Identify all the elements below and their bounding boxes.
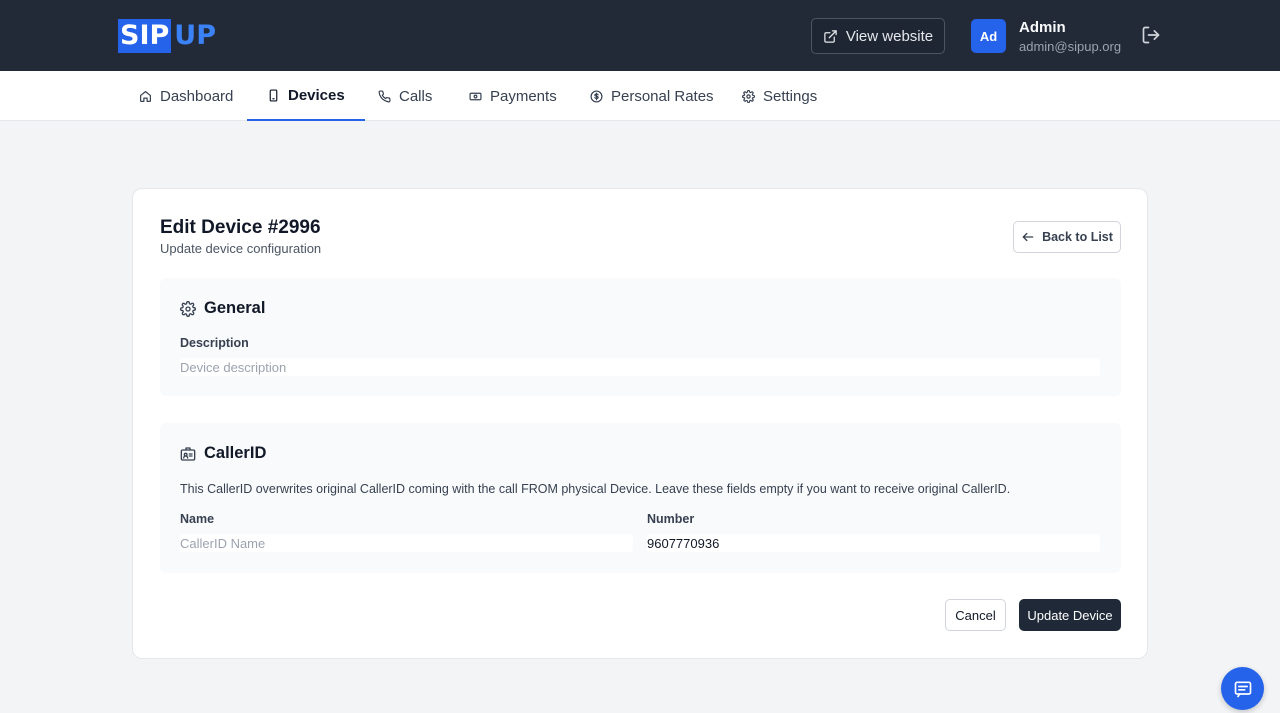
chat-icon (1234, 681, 1251, 697)
nav-item-settings[interactable]: Settings (722, 71, 837, 121)
general-heading-label: General (204, 299, 266, 317)
back-to-list-label: Back to List (1042, 230, 1113, 244)
money-icon (469, 92, 482, 100)
gear-icon (742, 89, 755, 103)
nav-item-calls[interactable]: Calls (358, 71, 452, 121)
main-nav: Dashboard Devices Calls Payments Persona… (0, 71, 1280, 121)
callerid-section: CallerID This CallerID overwrites origin… (160, 423, 1121, 573)
top-bar: SIP UP View website Ad Admin admin@sipup… (0, 0, 1280, 71)
logo-sip-text: SIP (118, 19, 172, 53)
id-badge-icon (180, 446, 196, 461)
phone-icon (378, 89, 391, 102)
nav-label-dashboard: Dashboard (160, 87, 234, 105)
nav-item-devices[interactable]: Devices (247, 71, 365, 121)
cancel-button[interactable]: Cancel (945, 599, 1006, 631)
avatar[interactable]: Ad (971, 19, 1006, 53)
callerid-number-input[interactable] (647, 534, 1100, 552)
logo-up-text: UP (174, 20, 216, 51)
callerid-heading: CallerID (180, 444, 266, 463)
nav-label-personal-rates: Personal Rates (611, 87, 714, 105)
nav-item-dashboard[interactable]: Dashboard (119, 71, 253, 121)
logout-icon[interactable] (1141, 25, 1161, 45)
external-link-icon (824, 29, 837, 43)
callerid-note: This CallerID overwrites original Caller… (180, 482, 1011, 496)
page-subtitle: Update device configuration (160, 241, 322, 256)
description-label: Description (180, 336, 249, 350)
nav-label-settings: Settings (763, 87, 818, 105)
update-device-button[interactable]: Update Device (1019, 599, 1121, 631)
general-section: General Description (160, 278, 1121, 396)
user-email: admin@sipup.org (1019, 39, 1122, 54)
callerid-name-input[interactable] (180, 534, 633, 552)
view-website-label: View website (845, 27, 934, 45)
callerid-name-label: Name (180, 512, 215, 526)
sipup-logo[interactable]: SIP UP (118, 18, 216, 54)
page-title: Edit Device #2996 (160, 217, 321, 238)
nav-label-devices: Devices (288, 86, 345, 104)
view-website-button[interactable]: View website (811, 18, 945, 54)
home-icon (140, 90, 151, 102)
nav-item-payments[interactable]: Payments (449, 71, 577, 121)
edit-device-card: Edit Device #2996 Update device configur… (132, 188, 1148, 659)
callerid-number-label: Number (647, 512, 695, 526)
back-to-list-button[interactable]: Back to List (1013, 221, 1121, 253)
chat-button[interactable] (1221, 667, 1264, 710)
user-name: Admin (1019, 19, 1066, 36)
dollar-circle-icon (590, 89, 603, 103)
arrow-left-icon (1022, 232, 1034, 242)
phone-device-icon (269, 88, 278, 102)
general-heading: General (180, 299, 265, 318)
callerid-heading-label: CallerID (204, 444, 267, 462)
nav-label-calls: Calls (399, 87, 433, 105)
nav-item-personal-rates[interactable]: Personal Rates (570, 71, 734, 121)
nav-label-payments: Payments (490, 87, 557, 105)
gear-icon (180, 300, 196, 317)
description-input[interactable] (180, 358, 1100, 376)
